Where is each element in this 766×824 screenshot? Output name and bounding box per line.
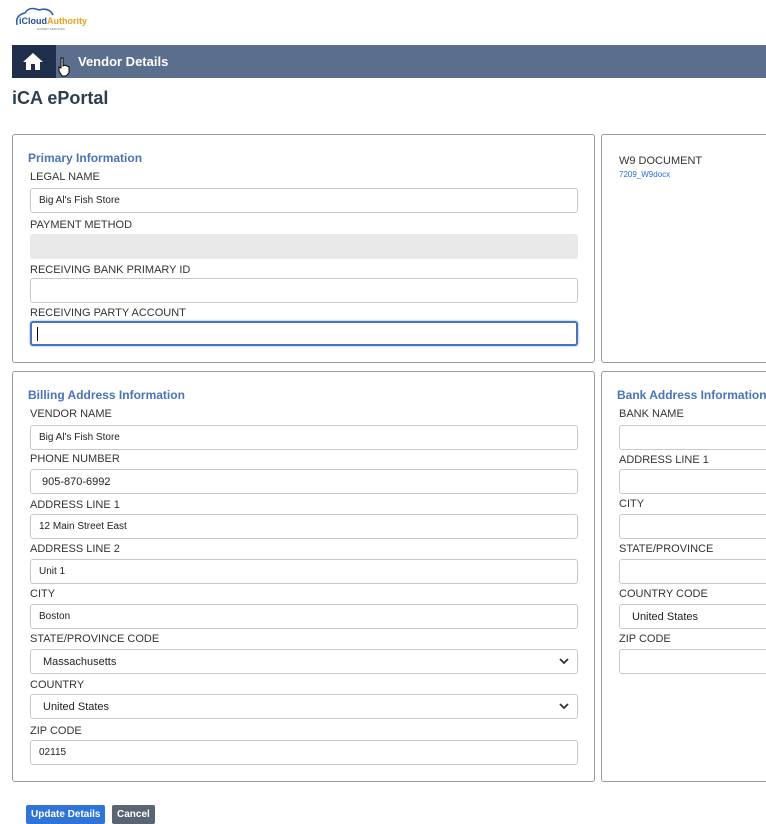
billing-address2-label: ADDRESS LINE 2 [30,543,120,555]
bank-primary-id-field[interactable] [30,278,578,303]
billing-city-label: CITY [30,588,56,600]
chevron-down-icon [559,658,569,665]
party-account-field[interactable] [30,321,578,346]
svg-text:iCloud: iCloud [19,16,47,26]
billing-zip-field[interactable]: 02115 [30,740,578,765]
phone-number-label: PHONE NUMBER [30,453,120,465]
bank-country-code-value: United States [632,611,699,623]
state-province-code-label: STATE/PROVINCE CODE [30,633,160,645]
bank-address-panel: Bank Address Information BANK NAME ADDRE… [601,371,766,782]
billing-city-field[interactable]: Boston [30,604,578,629]
chevron-down-icon [559,703,569,710]
party-account-label: RECEIVING PARTY ACCOUNT [30,307,186,319]
bank-country-code-label: COUNTRY CODE [619,588,708,600]
home-icon [23,53,43,70]
vendor-name-label: VENDOR NAME [30,408,112,420]
vendor-name-field[interactable]: Big Al's Fish Store [30,425,578,450]
primary-info-panel: Primary Information LEGAL NAME Big Al's … [12,134,595,363]
billing-address2-field[interactable]: Unit 1 [30,559,578,584]
billing-country-label: COUNTRY [30,679,85,691]
bank-state-field[interactable] [619,559,766,584]
state-province-value: Massachusetts [43,656,117,668]
legal-name-label: LEGAL NAME [30,171,100,183]
phone-number-field[interactable]: 905-870-6992 [30,469,578,494]
bank-city-label: CITY [619,498,645,510]
nav-title: Vendor Details [78,54,169,69]
bank-state-label: STATE/PROVINCE [619,543,714,555]
billing-zip-label: ZIP CODE [30,725,82,737]
state-province-select[interactable]: Massachusetts [30,649,578,674]
home-button[interactable] [12,45,56,78]
billing-country-select[interactable]: United States [30,694,578,719]
payment-method-label: PAYMENT METHOD [30,219,133,231]
w9-document-link[interactable]: 7209_W9docx [619,170,670,179]
billing-address1-label: ADDRESS LINE 1 [30,499,120,511]
billing-address1-field[interactable]: 12 Main Street East [30,514,578,539]
bank-address1-label: ADDRESS LINE 1 [619,454,709,466]
svg-text:Authority: Authority [47,16,87,26]
top-navbar: Vendor Details [12,45,766,78]
bank-name-field[interactable] [619,425,766,450]
svg-text:EXPERT SERVICES: EXPERT SERVICES [37,27,65,31]
brand-logo[interactable]: iCloud Authority EXPERT SERVICES [13,5,89,35]
update-details-button[interactable]: Update Details [26,805,106,824]
hand-cursor-icon [58,57,70,77]
primary-info-title: Primary Information [28,151,143,165]
bank-city-field[interactable] [619,514,766,539]
page-title: iCA ePortal [12,88,109,108]
bank-country-code-select[interactable]: United States [619,604,766,629]
text-caret [37,327,38,341]
billing-country-value: United States [43,701,110,713]
bank-address-title: Bank Address Information [617,388,766,402]
cancel-button[interactable]: Cancel [112,805,155,824]
billing-address-title: Billing Address Information [28,388,185,402]
legal-name-field[interactable]: Big Al's Fish Store [30,188,578,213]
billing-address-panel: Billing Address Information VENDOR NAME … [12,371,595,782]
bank-name-label: BANK NAME [619,408,684,420]
bank-address1-field[interactable] [619,469,766,494]
payment-method-field [30,234,578,259]
w9-document-label: W9 DOCUMENT [619,155,703,167]
bank-zip-field[interactable] [619,649,766,674]
w9-document-panel: W9 DOCUMENT 7209_W9docx [601,134,766,363]
bank-primary-id-label: RECEIVING BANK PRIMARY ID [30,264,191,276]
bank-zip-label: ZIP CODE [619,633,671,645]
